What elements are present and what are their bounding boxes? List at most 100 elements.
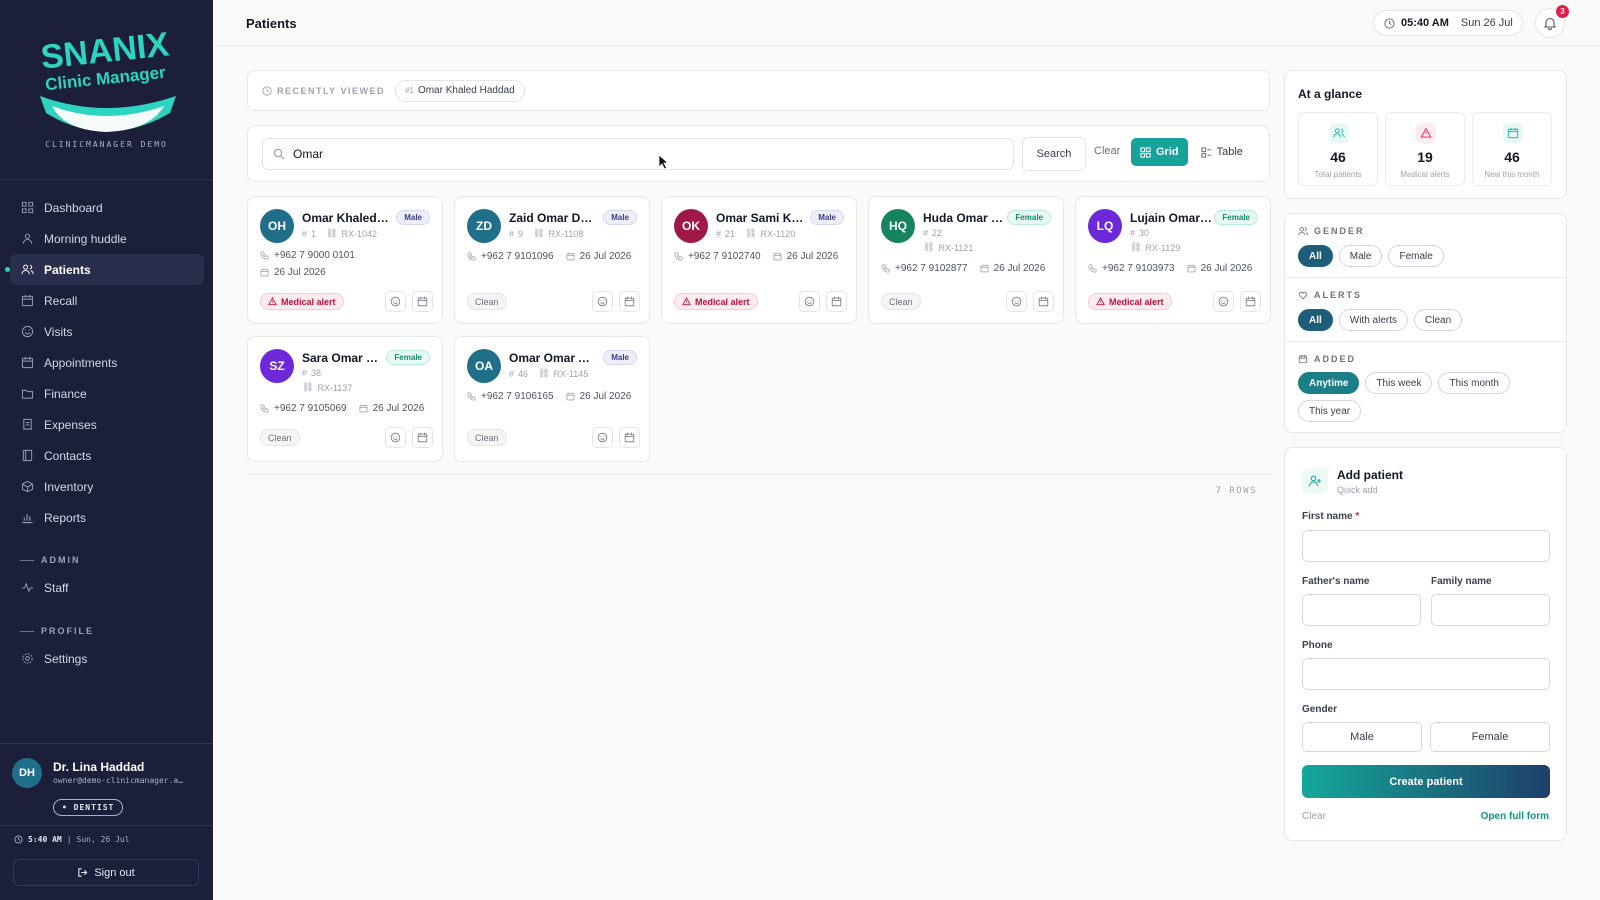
sidebar-item-patients[interactable]: Patients [5,254,204,285]
added-filter-title: ADDED [1298,354,1356,364]
recent-patient-chip[interactable]: #1 Omar Khaled Haddad [395,79,525,102]
clear-search-button[interactable]: Clear [1094,145,1120,157]
clean-badge: Clean [260,429,300,446]
family-name-field[interactable] [1431,594,1550,626]
patient-id-rx: #1 ⛓ RX-1042 [302,228,377,239]
sidebar-item-label: Settings [44,651,88,666]
sidebar-item-appointments[interactable]: Appointments [10,347,204,378]
gender-badge: Male [603,210,637,225]
add-patient-subtitle: Quick add [1337,485,1378,495]
search-input[interactable] [293,147,993,161]
search-panel: Search Clear Grid Table [247,125,1270,182]
new-visit-button[interactable] [385,291,406,312]
notifications-button[interactable]: 3 [1535,5,1569,38]
sidebar-item-label: Inventory [44,479,94,494]
patient-card[interactable]: SZ Sara Omar … Female #38 ⛓ RX-1137 +962 7 910… [247,336,443,462]
book-appointment-button[interactable] [412,427,433,448]
added-chip-anytime[interactable]: Anytime [1298,372,1360,394]
page-title: Patients [246,16,297,31]
phone-field[interactable] [1302,658,1550,690]
phone-icon [467,392,476,401]
grid-view-button[interactable]: Grid [1131,138,1188,166]
calendar-icon [417,432,428,443]
table-view-button[interactable]: Table [1192,138,1252,166]
link-icon: ⛓ [533,228,545,238]
added-chip-this-month[interactable]: This month [1438,372,1510,394]
hash-icon: # [302,228,308,239]
brand-caption: CLINICMANAGER DEMO [45,140,168,149]
alerts-chip-all[interactable]: All [1298,309,1333,331]
hash-icon: # [1130,228,1136,238]
added-chip-this-year[interactable]: This year [1298,400,1362,422]
sign-out-button[interactable]: Sign out [13,859,199,886]
calendar-icon [980,264,989,273]
book-appointment-button[interactable] [1240,291,1261,312]
gender-chip-male[interactable]: Male [1338,245,1383,267]
people-icon [22,233,32,244]
calendar-icon [566,252,575,261]
smile-icon [390,432,401,443]
sidebar-item-label: Reports [44,510,87,525]
first-name-field[interactable] [1302,530,1550,562]
hash-icon: # [716,228,722,239]
clear-form-button[interactable]: Clear [1302,811,1326,822]
sidebar-item-label: Appointments [44,355,118,370]
book-appointment-button[interactable] [619,291,640,312]
gender-male-button[interactable]: Male [1302,722,1422,752]
patient-name: Omar Khaled … [302,211,390,225]
sidebar-item-inventory[interactable]: Inventory [10,471,204,502]
sidebar-time: 5:40 AM [28,835,62,844]
patient-id-rx: #46 ⛓ RX-1145 [509,368,589,379]
book-appointment-button[interactable] [412,291,433,312]
medical-alert-badge: Medical alert [1088,293,1172,310]
top-bar: Patients 05:40 AM Sun 26 Jul 3 [213,0,1600,46]
gender-chip-female[interactable]: Female [1388,245,1444,267]
sidebar-divider [0,179,213,180]
avatar: OA [467,349,501,383]
new-visit-button[interactable] [592,291,613,312]
sidebar-item-recall[interactable]: Recall [10,285,204,316]
sidebar-item-expenses[interactable]: Expenses [10,409,204,440]
open-full-form-link[interactable]: Open full form [1481,811,1549,822]
new-visit-button[interactable] [592,427,613,448]
history-icon [262,85,272,96]
search-field[interactable] [262,138,1014,170]
clock-icon [14,835,23,844]
sidebar-item-finance[interactable]: Finance [10,378,204,409]
patient-card[interactable]: OH Omar Khaled … Male #1 ⛓ RX-1042 +962 7 9000… [247,196,443,324]
patient-card[interactable]: OA Omar Omar Al… Male #46 ⛓ RX-1145 +962 7 910… [454,336,650,462]
new-visit-button[interactable] [799,291,820,312]
sidebar-item-reports[interactable]: Reports [10,502,204,533]
book-appointment-button[interactable] [1033,291,1054,312]
book-appointment-button[interactable] [619,427,640,448]
receipt-icon [22,418,32,431]
view-toggle: Grid Table [1131,138,1255,168]
sidebar-item-morning-huddle[interactable]: Morning huddle [10,223,204,254]
stat-value: 46 [1504,149,1520,165]
patient-card[interactable]: HQ Huda Omar … Female #22 ⛓ RX-1121 +962 7 910… [868,196,1064,324]
gender-female-button[interactable]: Female [1430,722,1550,752]
gender-chip-all[interactable]: All [1298,245,1333,267]
recently-viewed-bar: RECENTLY VIEWED #1 Omar Khaled Haddad [247,70,1270,111]
sidebar-item-contacts[interactable]: Contacts [10,440,204,471]
create-patient-button[interactable]: Create patient [1302,765,1550,798]
notification-badge: 3 [1556,5,1569,18]
patient-card[interactable]: LQ Lujain Omar… Female #30 ⛓ RX-1129 +962 7 91… [1075,196,1271,324]
new-visit-button[interactable] [385,427,406,448]
sidebar-item-dashboard[interactable]: Dashboard [10,192,204,223]
alerts-chip-clean[interactable]: Clean [1414,309,1463,331]
new-visit-button[interactable] [1213,291,1234,312]
book-appointment-button[interactable] [826,291,847,312]
added-chip-this-week[interactable]: This week [1365,372,1433,394]
sidebar-item-visits[interactable]: Visits [10,316,204,347]
sidebar-item-settings[interactable]: Settings [10,643,204,674]
search-button[interactable]: Search [1022,137,1086,171]
patient-card[interactable]: ZD Zaid Omar Da… Male #9 ⛓ RX-1108 +962 7 9101… [454,196,650,324]
new-visit-button[interactable] [1006,291,1027,312]
father-name-field[interactable] [1302,594,1421,626]
medical-alert-badge: Medical alert [260,293,344,310]
alerts-chip-with-alerts[interactable]: With alerts [1338,309,1409,331]
sidebar-item-staff[interactable]: Staff [10,572,204,603]
patient-card[interactable]: OK Omar Sami K… Male #21 ⛓ RX-1120 +962 7 9102… [661,196,857,324]
user-email: owner@demo-clinicmanager.a… [53,776,184,785]
